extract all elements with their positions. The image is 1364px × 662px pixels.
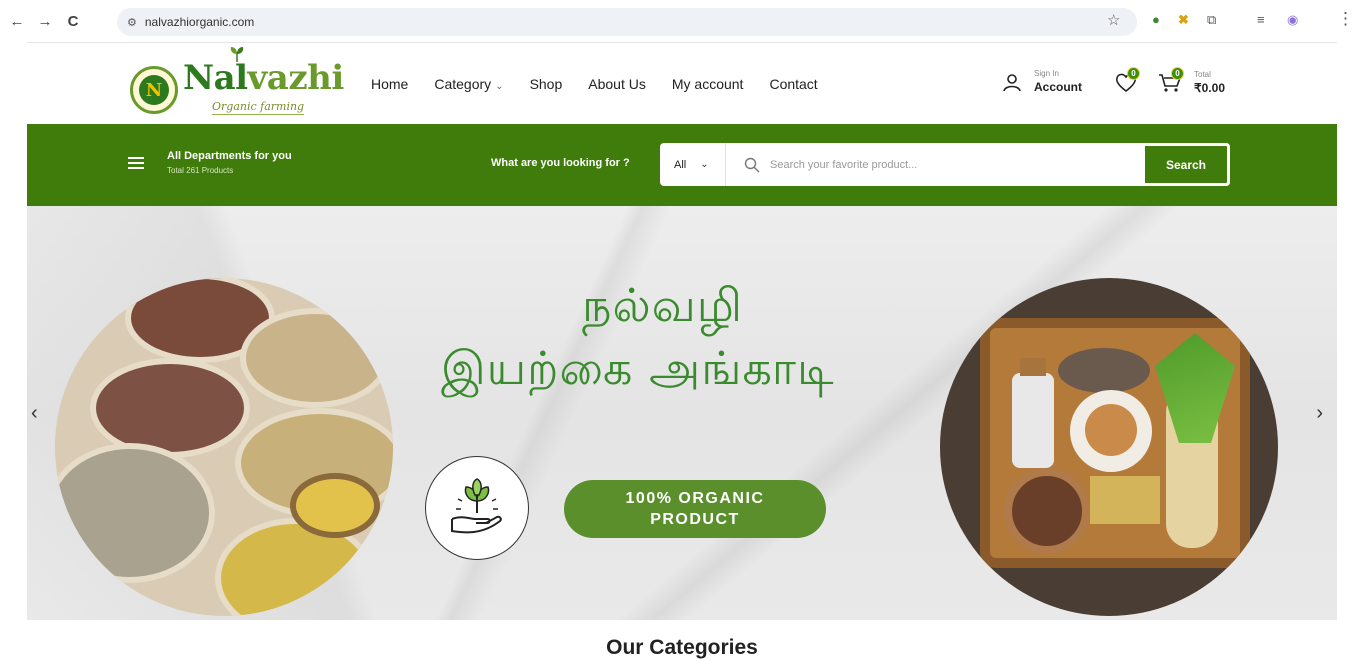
user-icon [1003,73,1021,91]
account-label: Account [1034,80,1082,94]
reading-list-icon[interactable]: ≡ [1257,12,1265,27]
all-departments-button[interactable]: All Departments for you [167,150,292,162]
browser-menu-icon[interactable]: ⋮ [1337,9,1354,29]
nav-home[interactable]: Home [371,76,408,92]
section-title-our-categories: Our Categories [606,636,758,659]
main-nav: Home Category ⌄ Shop About Us My account … [371,76,818,92]
departments-search-bar: All Departments for you Total 261 Produc… [27,124,1337,206]
wishlist-count-badge: 0 [1127,67,1140,80]
reload-button[interactable]: C [62,10,84,32]
logo-wordmark: Nalvazhi [183,58,344,98]
search-form: All ⌄ Search [660,143,1230,186]
address-bar[interactable]: ⚙ nalvazhiorganic.com [117,8,1137,36]
cart-total[interactable]: Total ₹0.00 [1194,70,1225,97]
site-logo[interactable]: N Nalvazhi Organic farming [126,47,344,120]
slider-prev-arrow[interactable]: ‹ [31,402,38,425]
wishlist-button[interactable]: 0 [1114,67,1140,93]
search-button[interactable]: Search [1142,143,1230,186]
hamburger-menu-icon[interactable] [128,157,144,169]
slider-next-arrow[interactable]: › [1316,402,1323,425]
hand-plant-icon [425,456,529,560]
chevron-down-icon: ⌄ [495,81,504,92]
search-icon [744,157,760,172]
site-header: N Nalvazhi Organic farming Home Category… [27,42,1337,124]
cart-count-badge: 0 [1171,67,1184,80]
cart-total-value: ₹0.00 [1194,81,1225,95]
bookmark-star-icon[interactable]: ☆ [1107,11,1120,29]
forward-button[interactable]: → [34,10,56,32]
grains-image [55,278,393,616]
basket-image [940,278,1278,616]
back-button[interactable]: ← [6,10,28,32]
nav-category-label: Category [434,76,492,92]
search-category-select[interactable]: All ⌄ [660,143,726,186]
cart-button[interactable]: 0 [1158,67,1184,93]
extension-cross-icon[interactable]: ✖ [1178,12,1189,28]
nav-shop[interactable]: Shop [530,76,563,92]
nav-my-account[interactable]: My account [672,76,744,92]
logo-tagline: Organic farming [212,100,305,115]
account-sign-in-label: Sign In [1034,69,1059,78]
nav-category[interactable]: Category ⌄ [434,76,503,92]
account-link[interactable]: Sign In Account [1002,69,1082,96]
cart-total-label: Total [1194,70,1211,79]
url-text: nalvazhiorganic.com [144,15,255,29]
search-input[interactable] [770,158,1110,171]
departments-product-count: Total 261 Products [167,166,234,175]
hero-banner: ‹ › நல்வழி இயற்கை அங்காடி 100% ORGANIC P… [27,206,1337,620]
browser-toolbar: ← → C ⚙ nalvazhiorganic.com ☆ ● ✖ ⧉ ≡ ◉ … [0,0,1364,42]
nav-about-us[interactable]: About Us [588,76,646,92]
hero-title-line1: நல்வழி [582,278,744,332]
hero-title-line2: இயற்கை அங்காடி [441,341,835,395]
nav-contact[interactable]: Contact [769,76,817,92]
logo-emblem: N [130,66,178,114]
chevron-down-icon: ⌄ [700,159,709,170]
search-prompt: What are you looking for ? [491,157,630,169]
extension-green-icon[interactable]: ● [1152,12,1160,27]
search-category-value: All [674,158,687,171]
site-info-icon[interactable]: ⚙ [127,16,137,29]
profile-icon[interactable]: ◉ [1287,12,1298,28]
organic-product-badge: 100% ORGANIC PRODUCT [564,480,826,538]
extensions-puzzle-icon[interactable]: ⧉ [1207,12,1216,28]
